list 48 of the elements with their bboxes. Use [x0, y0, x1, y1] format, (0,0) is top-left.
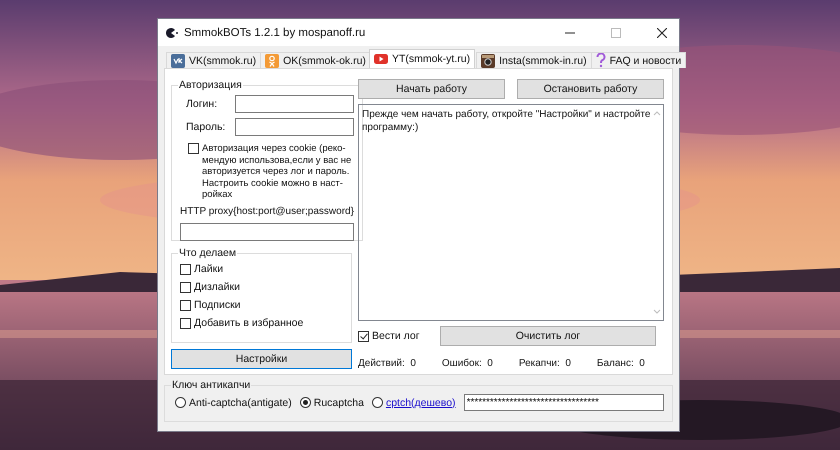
checkbox-label: Дизлайки: [194, 281, 240, 293]
start-button[interactable]: Начать работу: [358, 79, 505, 99]
checkbox[interactable]: [180, 300, 191, 310]
play-icon: [374, 54, 388, 64]
clear-log-button[interactable]: Очистить лог: [440, 326, 656, 346]
login-label: Логин:: [186, 98, 218, 110]
captcha-key-field[interactable]: **********************************: [464, 394, 664, 411]
close-icon[interactable]: [657, 28, 667, 38]
proxy-label: HTTP proxy{host:port@user;password}: [180, 206, 354, 216]
checkbox-label: Вести лог: [372, 330, 420, 342]
group-title: Ключ антикапчи: [171, 379, 252, 391]
password-field[interactable]: [234, 118, 354, 136]
checkbox[interactable]: [358, 330, 369, 342]
settings-button[interactable]: Настройки: [171, 349, 352, 369]
tab[interactable]: FAQ и новости: [590, 52, 686, 68]
checkbox-label: Подписки: [194, 299, 241, 311]
radio-label: Rucaptcha: [314, 396, 364, 408]
stop-button[interactable]: Остановить работу: [517, 79, 664, 99]
stat-text: Действий: 0: [358, 358, 416, 369]
window-title: SmmokBOTs 1.2.1 by mospanoff.ru: [184, 26, 366, 38]
radio-button[interactable]: [300, 397, 311, 408]
stat-text: Ошибок: 0: [442, 358, 493, 369]
stat-text: Рекапчи: 0: [518, 358, 571, 369]
app-icon: [164, 26, 178, 38]
question-icon: [596, 53, 606, 68]
radio-button[interactable]: [372, 397, 383, 408]
checkbox[interactable]: [180, 282, 191, 292]
group-title: Что делаем: [178, 247, 238, 259]
checkbox[interactable]: [180, 318, 191, 328]
tab[interactable]: OK(smmok-ok.ru): [260, 52, 371, 68]
checkbox-label: Лайки: [194, 263, 224, 275]
radio-button[interactable]: [175, 397, 186, 408]
log-text: Прежде чем начать работу, откройте "Настройки" и настройте программу:): [362, 108, 651, 135]
tab[interactable]: Insta(smmok-in.ru): [476, 52, 592, 68]
checkbox[interactable]: [180, 264, 191, 274]
tab[interactable]: VK(smmok.ru): [166, 52, 262, 68]
proxy-field[interactable]: [180, 222, 354, 240]
stat-text: Баланс: 0: [596, 358, 645, 369]
tab[interactable]: YT(smmok-yt.ru): [368, 49, 476, 68]
link[interactable]: cptch(дешево): [386, 396, 456, 408]
login-field[interactable]: [234, 95, 354, 113]
password-label: Пароль:: [186, 121, 226, 133]
camera-icon: [481, 54, 496, 68]
checkbox[interactable]: [188, 143, 199, 154]
group-title: Авторизация: [178, 79, 243, 91]
checkbox-label: Добавить в избранное: [194, 317, 304, 329]
cookie-label: Авторизация через cookie (реко-мендую использова,если у вас не авторизуется через лог и пароль. Настроить cookie можно в наст-ройках: [202, 143, 352, 200]
radio-label: Anti-captcha(antigate): [189, 396, 292, 408]
